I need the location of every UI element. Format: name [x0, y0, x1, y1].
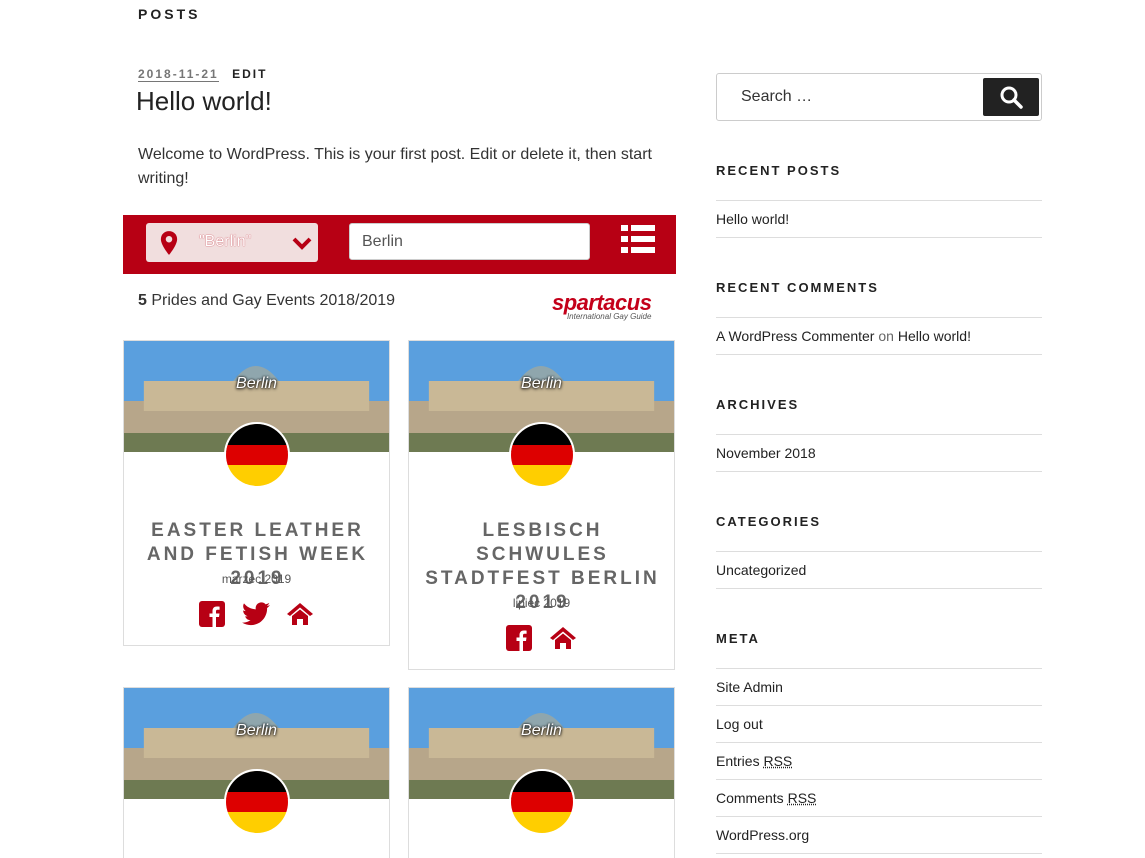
search-icon [1000, 86, 1023, 109]
categories-list: Uncategorized [716, 551, 1042, 589]
event-social-links [409, 625, 674, 656]
comments-rss-link[interactable]: Comments RSS [716, 779, 1042, 816]
categories-title: CATEGORIES [716, 514, 821, 529]
spartacus-brand: spartacus [552, 290, 652, 315]
germany-flag-icon [509, 422, 575, 488]
event-card[interactable]: Berlin EASTER LEATHER AND FETISH WEEK 20… [123, 340, 390, 646]
list-view-icon[interactable] [621, 224, 655, 259]
event-city: Berlin [236, 722, 277, 739]
sidebar-search-input[interactable]: Search … [741, 88, 812, 106]
post-meta: 2018-11-21 EDIT [138, 67, 267, 82]
post-body: Welcome to WordPress. This is your first… [138, 146, 652, 187]
recent-comment-item: A WordPress Commenter on Hello world! [716, 317, 1042, 355]
comment-post-link[interactable]: Hello world! [898, 328, 971, 344]
archive-link[interactable]: November 2018 [716, 434, 1042, 472]
log-out-link[interactable]: Log out [716, 705, 1042, 742]
location-select[interactable]: "Berlin" [146, 223, 318, 262]
germany-flag-icon [224, 422, 290, 488]
spartacus-logo[interactable]: spartacus International Gay Guide [552, 290, 652, 322]
recent-comments-title: RECENT COMMENTS [716, 280, 879, 295]
edit-link[interactable]: EDIT [232, 67, 267, 81]
event-date: marzec 2019 [221, 572, 292, 586]
category-link[interactable]: Uncategorized [716, 551, 1042, 589]
germany-flag-icon [509, 769, 575, 835]
entries-rss-link[interactable]: Entries RSS [716, 742, 1042, 779]
events-count-text: Prides and Gay Events 2018/2019 [151, 292, 396, 309]
home-icon[interactable] [286, 602, 314, 631]
event-social-links [124, 601, 389, 632]
rss-abbr: RSS [787, 790, 817, 806]
city-search-input[interactable] [349, 223, 590, 260]
archives-title: ARCHIVES [716, 397, 800, 412]
comment-on-label: on [878, 328, 894, 344]
recent-comments-list: A WordPress Commenter on Hello world! [716, 317, 1042, 355]
event-card[interactable]: Berlin LESBISCH SCHWULES STADTFEST BERLI… [408, 340, 675, 670]
recent-posts-title: RECENT POSTS [716, 163, 842, 178]
meta-list: Site Admin Log out Entries RSS Comments … [716, 668, 1042, 854]
spartacus-tagline: International Gay Guide [566, 312, 652, 321]
post-date-link[interactable]: 2018-11-21 [138, 67, 219, 82]
event-city: Berlin [521, 722, 562, 739]
meta-title: META [716, 631, 760, 646]
event-date: lipiec 2019 [512, 596, 571, 610]
events-count: 5 Prides and Gay Events 2018/2019 [138, 292, 395, 310]
event-city: Berlin [521, 375, 562, 392]
comment-author-link[interactable]: A WordPress Commenter [716, 328, 874, 344]
events-count-number: 5 [138, 292, 147, 309]
twitter-icon[interactable] [241, 602, 270, 631]
comments-label: Comments [716, 790, 784, 806]
map-pin-icon [156, 230, 182, 261]
post-title[interactable]: Hello world! [136, 86, 272, 117]
facebook-icon[interactable] [506, 625, 533, 656]
entries-label: Entries [716, 753, 760, 769]
germany-flag-icon [224, 769, 290, 835]
sidebar-search-form: Search … [716, 73, 1042, 121]
sidebar-search-button[interactable] [983, 78, 1039, 116]
rss-abbr: RSS [763, 753, 793, 769]
chevron-down-icon [292, 237, 312, 256]
recent-post-link[interactable]: Hello world! [716, 200, 1042, 238]
location-label: "Berlin" [199, 233, 252, 250]
facebook-icon[interactable] [199, 601, 226, 632]
event-card[interactable]: Berlin [408, 687, 675, 858]
home-icon[interactable] [549, 626, 577, 655]
recent-posts-list: Hello world! [716, 200, 1042, 238]
event-card[interactable]: Berlin [123, 687, 390, 858]
wordpress-org-link[interactable]: WordPress.org [716, 816, 1042, 854]
page-heading: POSTS [138, 6, 201, 22]
event-city: Berlin [236, 375, 277, 392]
events-filter-bar: "Berlin" [123, 215, 676, 274]
site-admin-link[interactable]: Site Admin [716, 668, 1042, 705]
archives-list: November 2018 [716, 434, 1042, 472]
